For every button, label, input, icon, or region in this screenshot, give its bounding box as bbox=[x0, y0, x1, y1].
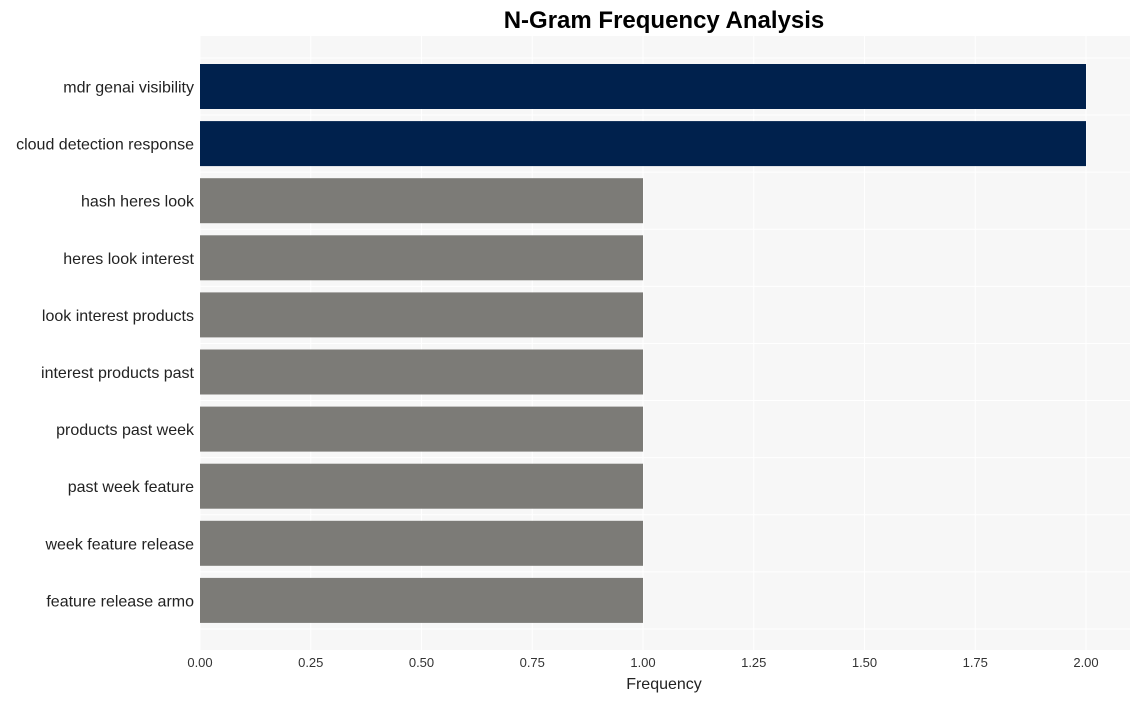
ngram-bar-chart: mdr genai visibility cloud detection resp… bbox=[16, 7, 1130, 693]
bar bbox=[200, 121, 1086, 167]
chart-title: N-Gram Frequency Analysis bbox=[504, 7, 825, 34]
y-tick-label: hash heres look bbox=[81, 194, 195, 211]
bar bbox=[200, 178, 643, 224]
y-tick-label: feature release armo bbox=[46, 593, 194, 610]
x-tick-label: 1.50 bbox=[852, 655, 877, 670]
bar bbox=[200, 520, 643, 566]
x-axis-label: Frequency bbox=[626, 676, 702, 693]
x-tick-label: 0.75 bbox=[520, 655, 545, 670]
x-tick-label: 1.25 bbox=[741, 655, 766, 670]
y-tick-label: past week feature bbox=[68, 479, 194, 496]
x-tick-label: 1.75 bbox=[963, 655, 988, 670]
y-tick-label: mdr genai visibility bbox=[63, 80, 194, 97]
y-tick-label: interest products past bbox=[41, 365, 195, 382]
y-tick-label: products past week bbox=[56, 422, 195, 439]
bar bbox=[200, 406, 643, 452]
y-tick-label: look interest products bbox=[42, 308, 194, 325]
x-tick-label: 1.00 bbox=[630, 655, 655, 670]
x-axis-ticks: 0.00 0.25 0.50 0.75 1.00 1.25 1.50 1.75 2.00 bbox=[187, 655, 1098, 670]
x-tick-label: 0.50 bbox=[409, 655, 434, 670]
bar bbox=[200, 463, 643, 509]
y-tick-label: cloud detection response bbox=[16, 137, 194, 154]
bar bbox=[200, 64, 1086, 109]
bar bbox=[200, 235, 643, 281]
bar bbox=[200, 349, 643, 395]
y-tick-label: heres look interest bbox=[63, 251, 194, 268]
y-axis-labels: mdr genai visibility cloud detection resp… bbox=[16, 80, 195, 611]
x-tick-label: 0.00 bbox=[187, 655, 212, 670]
bar bbox=[200, 292, 643, 338]
x-tick-label: 0.25 bbox=[298, 655, 323, 670]
y-tick-label: week feature release bbox=[44, 536, 194, 553]
x-tick-label: 2.00 bbox=[1073, 655, 1098, 670]
bar bbox=[200, 577, 643, 623]
